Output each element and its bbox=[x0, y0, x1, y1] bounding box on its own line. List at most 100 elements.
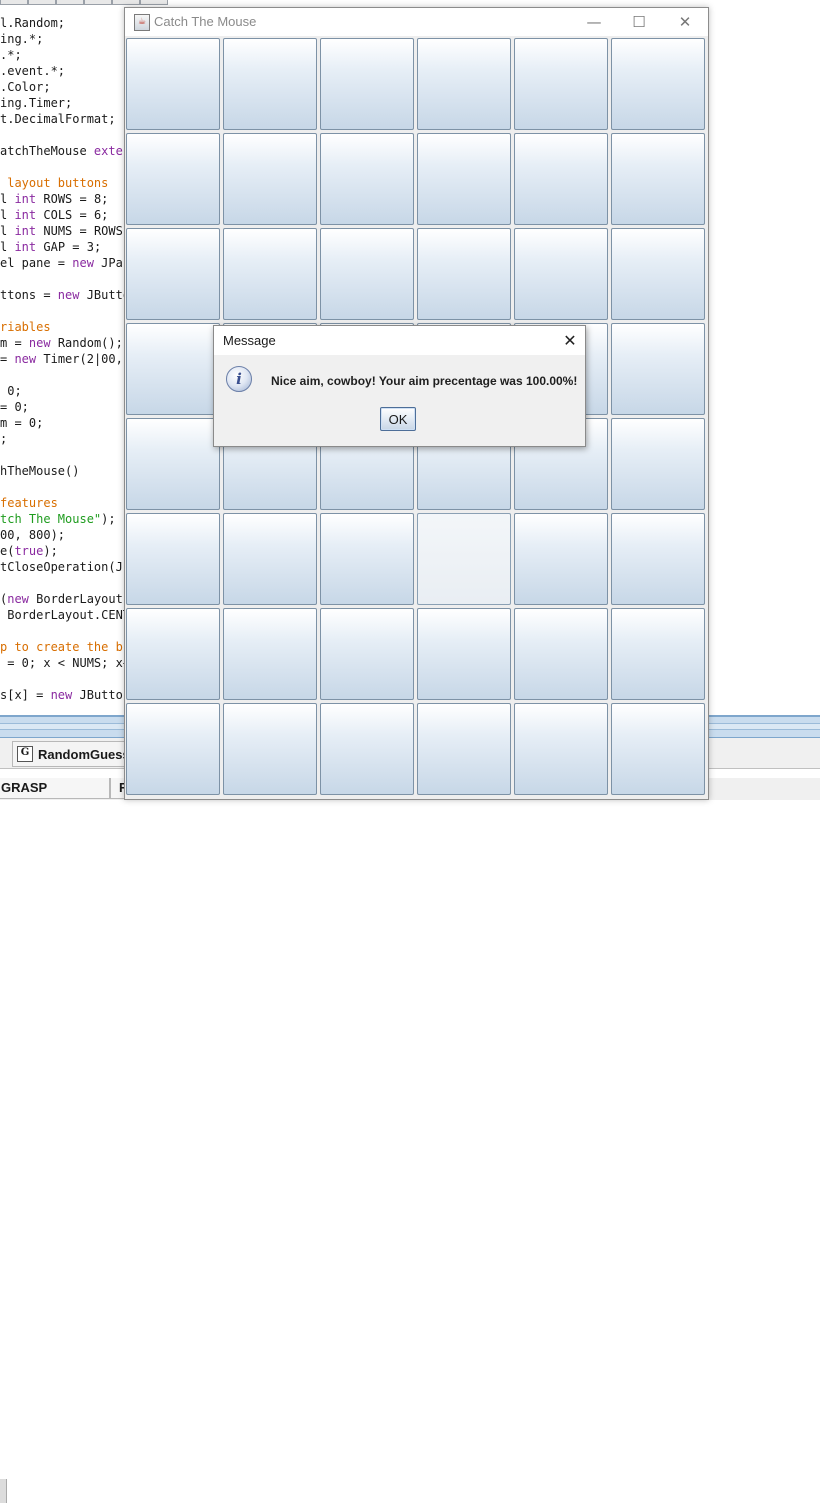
tab-grasp-messages[interactable]: GRASP Messages bbox=[0, 778, 110, 815]
code-token: COLS = 6; bbox=[36, 208, 109, 222]
code-token: m = bbox=[0, 336, 29, 350]
code-token: p to create the bu bbox=[0, 640, 131, 654]
code-token: 00, bbox=[101, 352, 123, 366]
grid-button[interactable] bbox=[126, 608, 220, 700]
grid-button[interactable] bbox=[514, 38, 608, 130]
dialog-title: Message bbox=[223, 333, 276, 348]
code-token: BorderLayout( bbox=[28, 592, 131, 606]
grid-button[interactable] bbox=[223, 608, 317, 700]
ok-button[interactable]: OK bbox=[380, 407, 416, 431]
toolbar-button[interactable] bbox=[28, 0, 56, 5]
grid-button[interactable] bbox=[514, 703, 608, 795]
grid-button[interactable] bbox=[417, 513, 511, 605]
grid-button[interactable] bbox=[126, 38, 220, 130]
code-token: new bbox=[50, 688, 73, 702]
grid-button[interactable] bbox=[417, 38, 511, 130]
code-line: l.Random; bbox=[0, 15, 130, 31]
code-token: ); bbox=[101, 512, 116, 526]
dialog-close-button[interactable]: ✕ bbox=[555, 326, 585, 355]
grid-button[interactable] bbox=[223, 513, 317, 605]
grid-button[interactable] bbox=[126, 133, 220, 225]
grid-button[interactable] bbox=[126, 323, 220, 415]
grid-button[interactable] bbox=[611, 323, 705, 415]
strip-edge-button[interactable] bbox=[0, 1479, 7, 1503]
grid-button[interactable] bbox=[223, 703, 317, 795]
code-token: ); bbox=[43, 544, 58, 558]
grid-button[interactable] bbox=[611, 608, 705, 700]
grid-button[interactable] bbox=[126, 513, 220, 605]
code-token: true bbox=[14, 544, 44, 558]
toolbar-button[interactable] bbox=[140, 0, 168, 5]
toolbar-button[interactable] bbox=[84, 0, 112, 5]
code-line: 0; bbox=[0, 383, 130, 399]
grid-button[interactable] bbox=[126, 228, 220, 320]
code-line: l int COLS = 6; bbox=[0, 207, 130, 223]
code-token: .*; bbox=[0, 48, 22, 62]
code-token: ; bbox=[0, 432, 8, 446]
grid-button[interactable] bbox=[320, 133, 414, 225]
grid-button[interactable] bbox=[126, 418, 220, 510]
grid-button[interactable] bbox=[320, 513, 414, 605]
code-token: layout buttons bbox=[0, 176, 109, 190]
grid-button[interactable] bbox=[417, 703, 511, 795]
grid-button[interactable] bbox=[514, 513, 608, 605]
grid-button[interactable] bbox=[223, 228, 317, 320]
code-token: l bbox=[0, 192, 15, 206]
grid-button[interactable] bbox=[611, 38, 705, 130]
code-line: (new BorderLayout( bbox=[0, 591, 130, 607]
grid-button[interactable] bbox=[320, 703, 414, 795]
grid-button[interactable] bbox=[223, 38, 317, 130]
grid-button[interactable] bbox=[611, 703, 705, 795]
code-line: l int GAP = 3; bbox=[0, 239, 130, 255]
code-token: ing.*; bbox=[0, 32, 44, 46]
grid-button[interactable] bbox=[417, 133, 511, 225]
code-token: e( bbox=[0, 544, 15, 558]
grid-button[interactable] bbox=[611, 513, 705, 605]
grid-button[interactable] bbox=[320, 228, 414, 320]
toolbar-button[interactable] bbox=[0, 0, 28, 5]
grid-button[interactable] bbox=[611, 228, 705, 320]
code-line: = new Timer(2|00, bbox=[0, 351, 130, 367]
window-titlebar[interactable]: ☕ Catch The Mouse — ☐ ✕ bbox=[125, 8, 708, 36]
code-token: BorderLayout.CENT bbox=[0, 608, 131, 622]
code-line: atchTheMouse exten bbox=[0, 143, 130, 159]
minimize-button[interactable]: — bbox=[571, 8, 617, 36]
code-token: tCloseOperation(JF bbox=[0, 560, 131, 574]
grid-button[interactable] bbox=[417, 228, 511, 320]
grid-button[interactable] bbox=[320, 608, 414, 700]
code-token: ROWS = 8; bbox=[36, 192, 109, 206]
code-token: .Color; bbox=[0, 80, 51, 94]
grid-button[interactable] bbox=[417, 608, 511, 700]
code-line: hTheMouse() bbox=[0, 463, 130, 479]
window-title: Catch The Mouse bbox=[154, 14, 257, 29]
code-token: riables bbox=[0, 320, 51, 334]
grid-button[interactable] bbox=[514, 133, 608, 225]
dialog-titlebar[interactable]: Message ✕ bbox=[214, 326, 585, 355]
grid-button[interactable] bbox=[320, 38, 414, 130]
grid-button[interactable] bbox=[126, 703, 220, 795]
source-code[interactable]: l.Random; ing.*; .*; .event.*; .Color; ing.Ti… bbox=[0, 15, 130, 703]
code-token: l.Random; bbox=[0, 16, 66, 30]
code-line: ; bbox=[0, 431, 130, 447]
grid-button[interactable] bbox=[611, 418, 705, 510]
toolbar-button[interactable] bbox=[56, 0, 84, 5]
code-token: new bbox=[14, 352, 37, 366]
java-app-icon: ☕ bbox=[134, 14, 150, 31]
code-token: 00, 800); bbox=[0, 528, 66, 542]
grid-button[interactable] bbox=[223, 133, 317, 225]
maximize-button[interactable]: ☐ bbox=[616, 8, 662, 36]
grid-button[interactable] bbox=[514, 228, 608, 320]
close-button[interactable]: ✕ bbox=[662, 8, 708, 36]
code-token: new bbox=[72, 256, 94, 270]
code-line: m = new Random(); bbox=[0, 335, 130, 351]
code-line: riables bbox=[0, 319, 130, 335]
code-line: ing.Timer; bbox=[0, 95, 130, 111]
grid-button[interactable] bbox=[611, 133, 705, 225]
toolbar-button[interactable] bbox=[112, 0, 140, 5]
code-token: atchTheMouse bbox=[0, 144, 94, 158]
grid-button[interactable] bbox=[514, 608, 608, 700]
code-line: p to create the bu bbox=[0, 639, 130, 655]
